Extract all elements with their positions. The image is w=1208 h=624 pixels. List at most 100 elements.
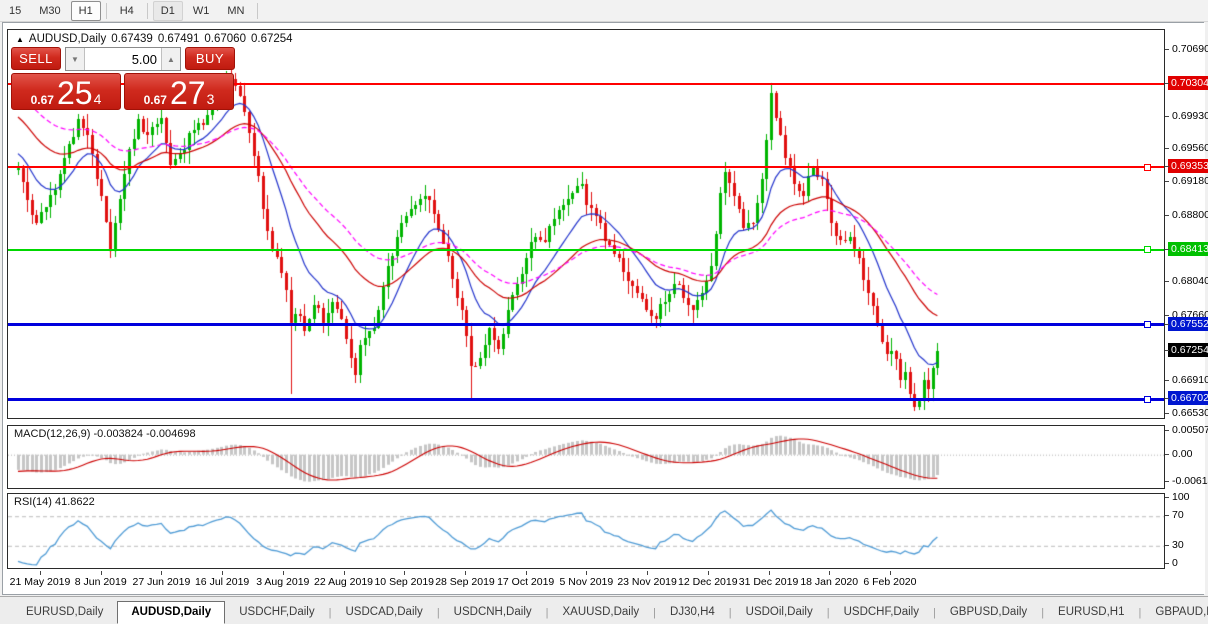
price-axis-label: 70	[1172, 509, 1184, 522]
buy-button[interactable]: BUY	[185, 47, 235, 70]
tab-usdcnh-daily[interactable]: USDCNH,Daily	[440, 601, 546, 624]
horizontal-line-0.69353[interactable]	[8, 166, 1164, 169]
sell-price-box[interactable]: 0.67 25 4	[11, 73, 121, 110]
tab-usdcad-daily[interactable]: USDCAD,Daily	[331, 601, 436, 624]
sell-price-pip: 4	[93, 91, 102, 107]
date-tick-mark	[40, 571, 41, 575]
tab-audusd-daily[interactable]: AUDUSD,Daily	[117, 601, 226, 624]
chart-tab-bar: EURUSD,Daily AUDUSD,Daily USDCHF,Daily | USD…	[0, 596, 1208, 624]
ohlc-open: 0.67439	[111, 33, 153, 45]
sell-price-prefix: 0.67	[30, 93, 54, 107]
axis-tick-mark	[1165, 544, 1169, 546]
horizontal-line-0.67552[interactable]	[8, 323, 1164, 327]
axis-tick-mark	[1165, 148, 1169, 150]
tab-usdchf-daily[interactable]: USDCHF,Daily	[830, 601, 933, 624]
price-level-badge-0.70304: 0.70304	[1168, 75, 1208, 90]
line-handle[interactable]	[1144, 163, 1151, 171]
line-handle[interactable]	[1144, 395, 1151, 403]
macd-value: -0.003824	[93, 428, 144, 440]
price-level-badge-0.67552: 0.67552	[1168, 316, 1208, 331]
date-tick-mark	[404, 571, 406, 575]
ohlc-close: 0.67254	[250, 33, 293, 45]
timeframe-toolbar: 15 M30 H1 H4 D1 W1 MN	[0, 0, 1208, 22]
price-axis-label: 0.66910	[1172, 374, 1208, 387]
date-tick-mark	[343, 571, 345, 575]
collapse-panel-icon[interactable]: ▲	[16, 35, 24, 44]
sell-price-main: 25	[56, 75, 93, 111]
date-axis-label: 6 Feb 2020	[863, 576, 917, 588]
price-axis-label: 0.69560	[1172, 142, 1208, 155]
date-tick-mark	[586, 571, 588, 575]
date-tick-mark	[647, 571, 649, 575]
price-axis-label: 0.70690	[1172, 43, 1208, 56]
rsi-value: 41.8622	[54, 496, 95, 508]
chart-title: ▲ AUDUSD,Daily 0.67439 0.67491 0.67060 0…	[16, 33, 293, 45]
date-tick-mark	[282, 571, 284, 575]
tab-usdchf-daily[interactable]: USDCHF,Daily	[225, 601, 328, 624]
macd-label: MACD(12,26,9) -0.003824 -0.004698	[14, 428, 196, 440]
timeframe-button-15[interactable]: 15	[1, 1, 29, 21]
volume-increase-icon[interactable]: ▲	[162, 48, 180, 70]
timeframe-button-d1[interactable]: D1	[152, 0, 183, 21]
buy-price-box[interactable]: 0.67 27 3	[124, 73, 234, 110]
current-price-badge: 0.67254	[1168, 343, 1208, 358]
axis-tick-mark	[1165, 430, 1169, 432]
date-tick-mark	[707, 571, 709, 575]
price-axis-label: 0.68800	[1172, 208, 1208, 221]
macd-pane: MACD(12,26,9) -0.003824 -0.004698	[7, 425, 1165, 489]
macd-title: MACD(12,26,9)	[14, 428, 91, 440]
axis-tick-mark	[1165, 248, 1169, 250]
line-handle[interactable]	[1144, 246, 1151, 254]
axis-tick-mark	[1165, 481, 1169, 482]
price-level-badge-0.66702: 0.66702	[1168, 391, 1208, 406]
horizontal-line-0.68413[interactable]	[8, 248, 1164, 251]
price-level-badge-0.69353: 0.69353	[1168, 159, 1208, 174]
toolbar-separator	[257, 2, 259, 19]
tab-gbpusd-daily[interactable]: GBPUSD,Daily	[936, 601, 1041, 624]
tab-eurusd-daily[interactable]: EURUSD,Daily	[12, 601, 117, 624]
timeframe-button-mn[interactable]: MN	[219, 1, 252, 21]
time-scale[interactable]: 21 May 2019 8 Jun 2019 27 Jun 2019 16 Jul 2…	[3, 571, 1165, 594]
price-axis-label: 100	[1172, 491, 1190, 503]
axis-tick-mark	[1165, 323, 1169, 325]
timeframe-button-w1[interactable]: W1	[185, 1, 218, 21]
volume-decrease-icon[interactable]: ▼	[66, 48, 84, 70]
toolbar-separator	[105, 2, 107, 19]
tab-gbpaud-h1[interactable]: GBPAUD,H1	[1141, 601, 1208, 624]
volume-input[interactable]	[84, 48, 162, 70]
date-tick-mark	[768, 571, 770, 575]
axis-tick-mark	[1165, 453, 1169, 455]
line-handle[interactable]	[1144, 321, 1151, 329]
price-axis-label: -0.00614	[1172, 475, 1208, 487]
price-scale[interactable]: 0.70690 0.69930 0.69560 0.69180 0.68800 0.680…	[1165, 23, 1208, 594]
ohlc-high: 0.67491	[157, 33, 200, 45]
price-level-badge-0.68413: 0.68413	[1168, 241, 1208, 256]
axis-tick-mark	[1165, 350, 1169, 352]
price-axis-label: 0.69930	[1172, 109, 1208, 122]
tab-dj30-h4[interactable]: DJ30,H4	[656, 601, 729, 624]
sell-button[interactable]: SELL	[11, 47, 61, 70]
tab-usdoil-daily[interactable]: USDOil,Daily	[732, 601, 827, 624]
axis-tick-mark	[1165, 563, 1169, 564]
tab-eurusd-h1[interactable]: EURUSD,H1	[1044, 601, 1138, 624]
date-tick-mark	[464, 571, 466, 575]
date-tick-mark	[889, 571, 891, 575]
tab-xauusd-daily[interactable]: XAUUSD,Daily	[548, 601, 653, 624]
date-tick-mark	[829, 571, 831, 575]
axis-tick-mark	[1165, 497, 1169, 498]
horizontal-line-0.66702[interactable]	[8, 397, 1164, 401]
axis-tick-mark	[1165, 115, 1169, 117]
axis-tick-mark	[1165, 380, 1169, 382]
timeframe-button-h1[interactable]: H1	[70, 0, 101, 21]
price-axis-label: 0	[1172, 557, 1178, 569]
timeframe-button-h4[interactable]: H4	[112, 1, 142, 21]
price-axis-label: 0.00	[1172, 447, 1193, 460]
axis-tick-mark	[1165, 413, 1169, 415]
rsi-pane: RSI(14) 41.8622	[7, 493, 1165, 569]
timeframe-button-m30[interactable]: M30	[31, 1, 68, 21]
axis-tick-mark	[1165, 181, 1169, 183]
macd-signal-value: -0.004698	[146, 428, 196, 440]
buy-price-pip: 3	[206, 91, 215, 107]
rsi-title: RSI(14)	[14, 496, 52, 508]
price-axis-label: 0.005076	[1172, 424, 1208, 437]
